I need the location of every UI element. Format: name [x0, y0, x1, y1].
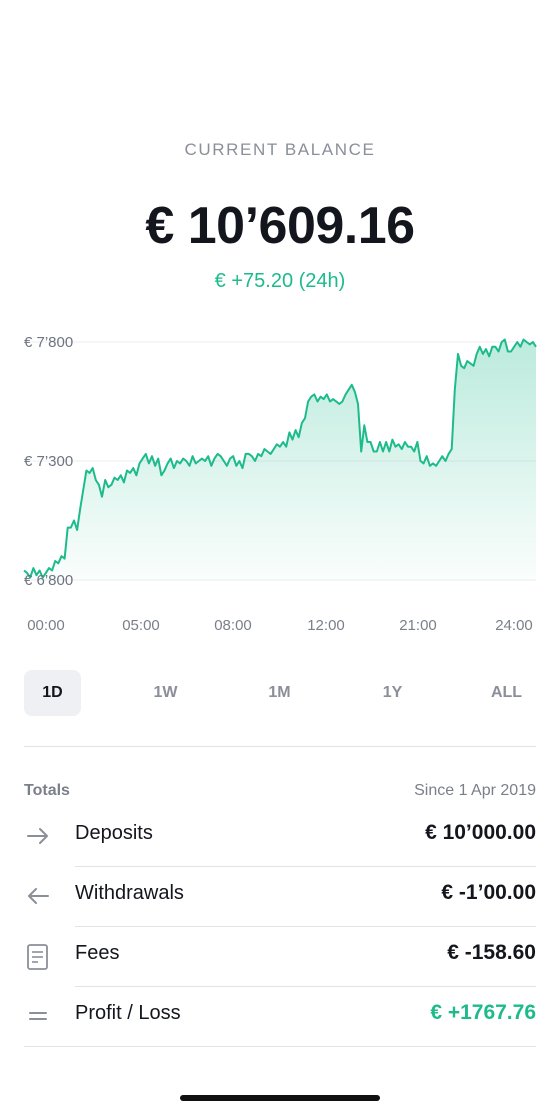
time-range-selector: 1D 1W 1M 1Y ALL — [24, 670, 536, 716]
chart-area — [24, 339, 536, 580]
home-indicator[interactable] — [180, 1095, 380, 1101]
range-1w-button[interactable]: 1W — [137, 670, 194, 716]
divider — [24, 1046, 536, 1047]
totals-since-date: Since 1 Apr 2019 — [414, 782, 536, 799]
divider — [24, 746, 536, 747]
x-tick-label: 12:00 — [307, 617, 345, 634]
row-label: Fees — [75, 942, 120, 964]
row-label: Deposits — [75, 822, 153, 844]
x-tick-label: 24:00 — [495, 617, 533, 634]
arrow-left-icon — [28, 888, 49, 904]
totals-row-withdrawals[interactable]: Withdrawals € -1’00.00 — [24, 866, 536, 926]
receipt-icon — [27, 944, 48, 970]
range-1y-button[interactable]: 1Y — [364, 670, 421, 716]
totals-row-fees[interactable]: Fees € -158.60 — [24, 926, 536, 986]
range-1m-button[interactable]: 1M — [251, 670, 308, 716]
range-1d-button[interactable]: 1D — [24, 670, 81, 716]
y-tick-label: € 6’800 — [24, 572, 73, 589]
balance-amount: € 10’609.16 — [145, 197, 415, 255]
arrow-right-icon — [27, 828, 48, 844]
y-tick-label: € 7’800 — [24, 334, 73, 351]
x-tick-label: 05:00 — [122, 617, 160, 634]
row-value: € +1767.76 — [430, 1001, 536, 1024]
equals-icon — [29, 1012, 47, 1020]
row-label: Profit / Loss — [75, 1002, 181, 1024]
row-value: € 10’000.00 — [425, 821, 536, 844]
y-tick-label: € 7’300 — [24, 453, 73, 470]
totals-row-profit-loss[interactable]: Profit / Loss € +1767.76 — [24, 986, 536, 1046]
balance-chart[interactable]: € 7’800 € 7’300 € 6’800 00:00 05:00 08:00 12:… — [0, 320, 560, 640]
row-label: Withdrawals — [75, 882, 184, 904]
balance-label: CURRENT BALANCE — [184, 140, 376, 159]
x-tick-label: 08:00 — [214, 617, 252, 634]
row-value: € -1’00.00 — [441, 881, 536, 904]
totals-heading: Totals — [24, 782, 70, 799]
x-tick-label: 00:00 — [27, 617, 65, 634]
x-tick-label: 21:00 — [399, 617, 437, 634]
totals-row-deposits[interactable]: Deposits € 10’000.00 — [24, 806, 536, 866]
balance-change: € +75.20 (24h) — [214, 270, 346, 292]
range-all-button[interactable]: ALL — [478, 670, 535, 716]
row-value: € -158.60 — [447, 941, 536, 964]
